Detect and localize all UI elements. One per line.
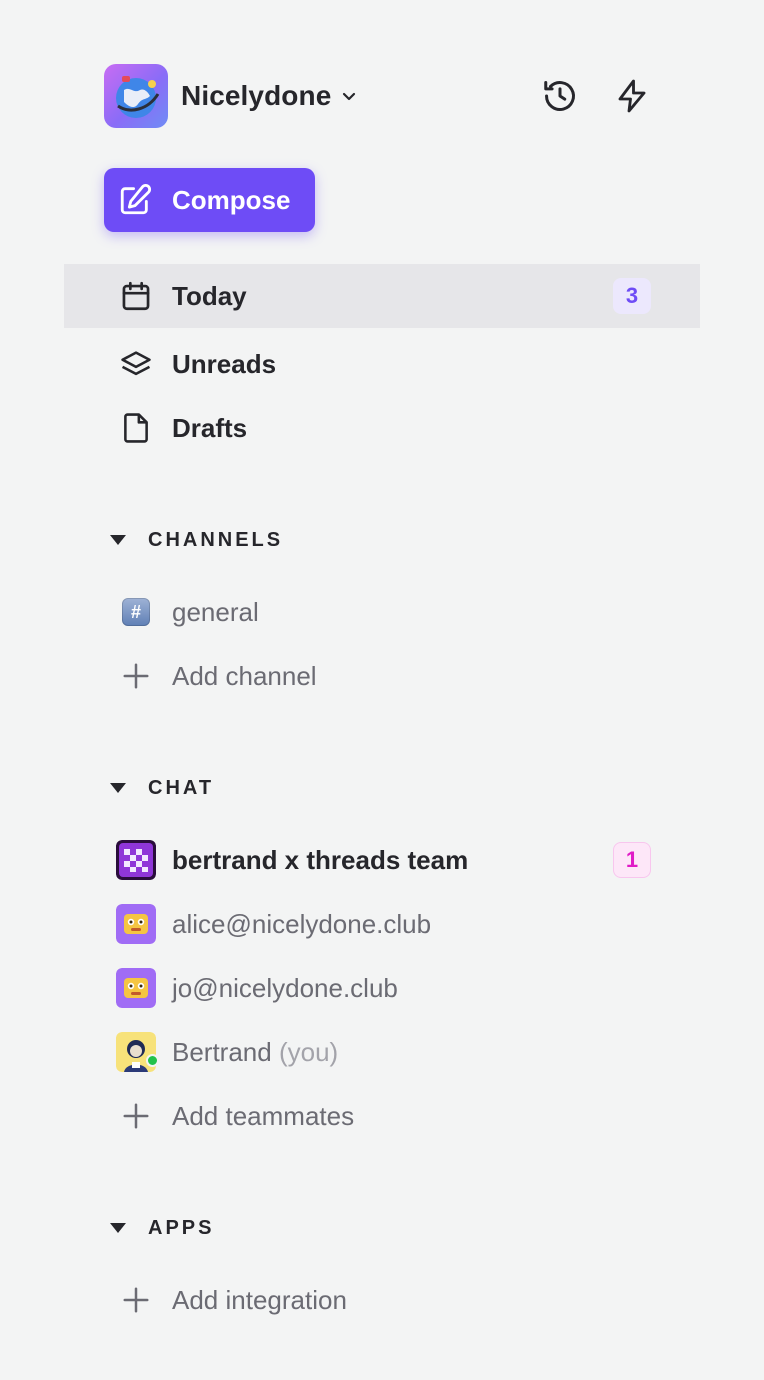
group-avatar [116, 840, 156, 880]
plus-icon [116, 1280, 156, 1320]
nav-item-label: Today [172, 280, 247, 311]
chat-label: Bertrand (you) [172, 1037, 338, 1068]
caret-down-icon [110, 1223, 126, 1233]
unread-count-badge: 3 [613, 278, 651, 314]
chat-item-bertrand-you[interactable]: Bertrand (you) [64, 1020, 700, 1084]
user-avatar [116, 968, 156, 1008]
history-button[interactable] [538, 74, 582, 118]
compose-button[interactable]: Compose [104, 168, 315, 232]
chat-label: bertrand x threads team [172, 844, 469, 875]
workspace-switcher[interactable]: Nicelydone [104, 64, 357, 128]
apps-section-header[interactable]: APPS [110, 1213, 214, 1243]
history-icon [544, 81, 575, 111]
nav-item-label: Unreads [172, 348, 277, 379]
nav-item-label: Drafts [172, 412, 248, 443]
caret-down-icon [110, 783, 126, 793]
plus-icon [116, 656, 156, 696]
nav-item-drafts[interactable]: Drafts [64, 396, 700, 460]
compose-label: Compose [172, 184, 291, 215]
channel-item-general[interactable]: # general [64, 580, 700, 644]
section-title: CHAT [148, 776, 215, 799]
add-teammates-label: Add teammates [172, 1100, 355, 1131]
chat-section-header[interactable]: CHAT [110, 773, 214, 803]
globe-logo-icon [116, 76, 160, 118]
chat-item-alice[interactable]: alice@nicelydone.club [64, 892, 700, 956]
calendar-icon [116, 276, 156, 316]
you-suffix: (you) [278, 1036, 339, 1067]
channel-label: general [172, 596, 259, 627]
plus-icon [116, 1096, 156, 1136]
add-integration-button[interactable]: Add integration [64, 1268, 700, 1332]
add-channel-button[interactable]: Add channel [64, 644, 700, 708]
chat-item-bertrand-x-threads-team[interactable]: bertrand x threads team 1 [64, 828, 700, 892]
user-name: Bertrand [172, 1036, 272, 1067]
nav-item-unreads[interactable]: Unreads [64, 332, 700, 396]
edit-icon [118, 183, 152, 217]
chat-label: jo@nicelydone.club [172, 972, 398, 1003]
section-title: CHANNELS [148, 528, 284, 551]
add-integration-label: Add integration [172, 1284, 347, 1315]
workspace-logo [104, 64, 168, 128]
workspace-name: Nicelydone [181, 80, 332, 111]
unread-count-badge: 1 [613, 842, 651, 878]
chat-label: alice@nicelydone.club [172, 908, 432, 939]
lightning-icon [618, 79, 646, 113]
add-channel-label: Add channel [172, 660, 317, 691]
user-avatar [116, 904, 156, 944]
add-teammates-button[interactable]: Add teammates [64, 1084, 700, 1148]
quick-actions-button[interactable] [610, 74, 654, 118]
hash-icon: # [122, 598, 150, 626]
nav-item-today[interactable]: Today 3 [64, 264, 700, 328]
chevron-down-icon [341, 88, 357, 104]
online-status-dot [146, 1054, 159, 1067]
sidebar: Nicelydone Compose Today 3 Unreads Draft… [64, 0, 700, 1380]
layers-icon [116, 344, 156, 384]
file-icon [116, 408, 156, 448]
channels-section-header[interactable]: CHANNELS [110, 525, 283, 555]
chat-item-jo[interactable]: jo@nicelydone.club [64, 956, 700, 1020]
caret-down-icon [110, 535, 126, 545]
section-title: APPS [148, 1216, 215, 1239]
